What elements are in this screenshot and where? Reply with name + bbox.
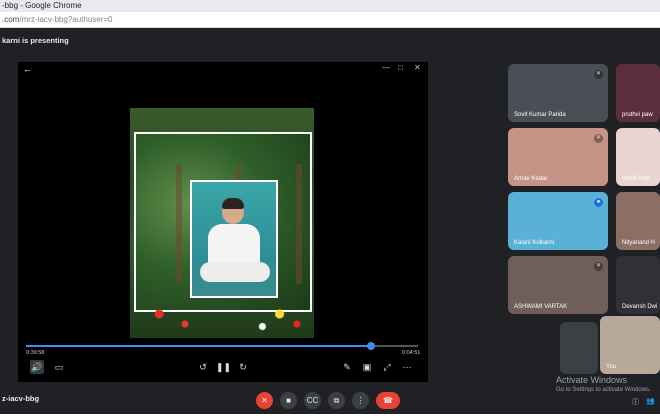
url-host: .com [2, 15, 20, 24]
activate-windows-title: Activate Windows [556, 375, 628, 385]
restore-icon[interactable]: □ [398, 63, 403, 72]
presentation-player: ← — □ ✕ 0:39:58 0:04:51 🔊 ▭ ↺ ❚❚ ↻ ✎ ▣ ⤢… [18, 62, 428, 382]
participant-tile[interactable] [560, 322, 598, 374]
edit-icon[interactable]: ✎ [340, 360, 354, 374]
participant-tile[interactable]: Ritvik Patil [616, 128, 660, 186]
close-icon[interactable]: ✕ [414, 63, 421, 72]
pause-icon[interactable]: ❚❚ [216, 360, 231, 374]
participant-name: Arnav Kedar [514, 176, 548, 182]
participant-tile[interactable]: ✕ ASHWAMI VARTAK [508, 256, 608, 314]
mic-off-icon: ✕ [594, 70, 603, 79]
more-options-button[interactable]: ⋮ [352, 392, 369, 409]
child-portrait [190, 180, 278, 298]
video-progress-bar[interactable] [26, 342, 418, 350]
more-options-icon[interactable]: ⋯ [400, 360, 414, 374]
participant-tile[interactable]: Devansh Dwi [616, 256, 660, 314]
participant-tile[interactable]: ✕ Sovit Kumar Parida [508, 64, 608, 122]
captions-icon[interactable]: ▭ [52, 360, 66, 374]
mic-off-icon: ✕ [594, 262, 603, 271]
self-view-name: You [606, 364, 617, 370]
participant-tile[interactable]: ✕ Arnav Kedar [508, 128, 608, 186]
meeting-code: z-iacv-bbg [2, 394, 40, 403]
speaking-indicator-icon: ● [594, 198, 603, 207]
participant-tile[interactable]: pruthvi paw [616, 64, 660, 122]
aspect-ratio-icon[interactable]: ▣ [360, 360, 374, 374]
participant-name: Sovit Kumar Parida [514, 112, 566, 118]
video-progress-handle[interactable] [366, 342, 375, 350]
child-legs [200, 262, 270, 282]
taskbar [0, 414, 660, 420]
participant-tile-speaking[interactable]: ● Kalani Kolkarni [508, 192, 608, 250]
participant-name: Kalani Kolkarni [514, 240, 555, 246]
present-button[interactable]: ⧉ [328, 392, 345, 409]
video-progress-fill [26, 345, 371, 347]
participant-name: Devansh Dwi [622, 304, 658, 310]
presented-photo [130, 108, 316, 338]
minimize-icon[interactable]: — [382, 63, 390, 72]
rewind-icon[interactable]: ↺ [196, 360, 210, 374]
leave-call-button[interactable]: ☎ [376, 392, 400, 409]
participant-tile[interactable]: Nityanand H [616, 192, 660, 250]
participant-name: ASHWAMI VARTAK [514, 304, 568, 310]
forward-icon[interactable]: ↻ [236, 360, 250, 374]
mic-off-button[interactable]: ✕ [256, 392, 273, 409]
volume-icon[interactable]: 🔊 [30, 360, 44, 374]
window-title: -bbg - Google Chrome [0, 0, 660, 12]
participant-name: Ritvik Patil [622, 176, 651, 182]
child-hair [222, 198, 244, 209]
address-bar[interactable]: .com/mrz-iacv-bbg?authuser=0 [0, 12, 660, 28]
arrow-left-icon[interactable]: ← [23, 64, 32, 74]
current-time: 0:39:58 [26, 350, 45, 356]
captions-button[interactable]: CC [304, 392, 321, 409]
info-icon[interactable]: ⓘ [632, 397, 639, 407]
people-icon[interactable]: 👥 [646, 397, 655, 405]
presenting-banner: karni is presenting [0, 28, 660, 54]
url-path: /mrz-iacv-bbg?authuser=0 [19, 15, 113, 24]
fullscreen-icon[interactable]: ⤢ [380, 360, 394, 374]
participant-name: pruthvi paw [622, 112, 653, 118]
mic-off-icon: ✕ [594, 134, 603, 143]
participant-name: Nityanand H [622, 240, 656, 246]
self-view-tile[interactable]: You [600, 316, 660, 374]
camera-button[interactable]: ■ [280, 392, 297, 409]
total-time: 0:04:51 [402, 350, 421, 356]
